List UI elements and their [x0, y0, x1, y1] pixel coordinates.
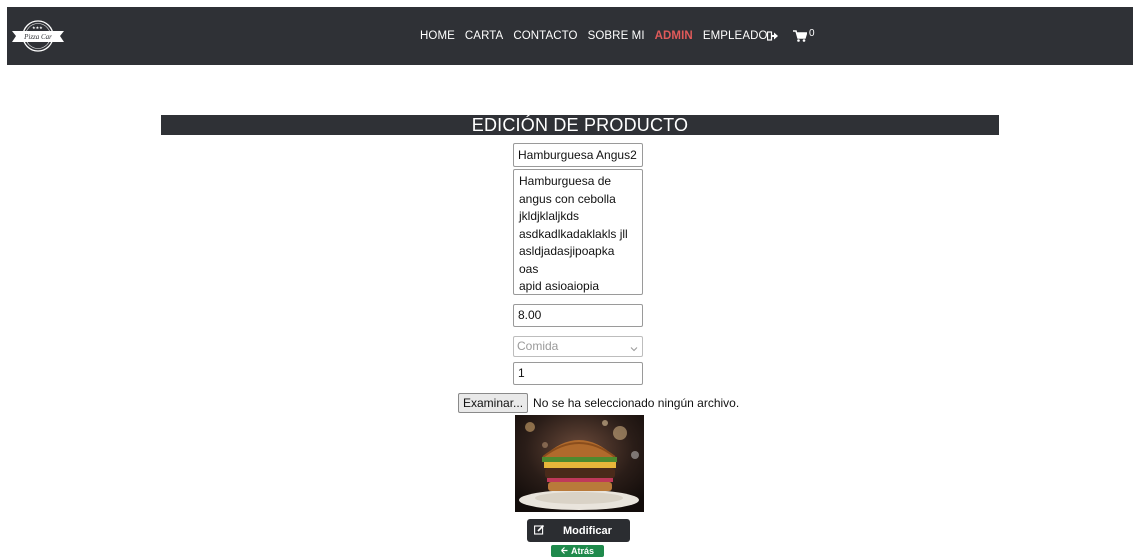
logo-text: Pizza Car — [23, 33, 52, 41]
product-description-textarea[interactable]: Hamburguesa de angus con cebolla jkldjkl… — [513, 169, 643, 295]
nav-link-empleado[interactable]: EMPLEADO — [703, 30, 768, 42]
category-select[interactable]: Comida — [513, 336, 643, 357]
logout-icon[interactable] — [767, 31, 779, 41]
cart-count-badge: 0 — [809, 27, 815, 39]
edit-icon — [534, 524, 545, 538]
nav-link-sobre-mi[interactable]: SOBRE MI — [588, 30, 645, 42]
arrow-left-icon — [561, 546, 568, 556]
nav-link-carta[interactable]: CARTA — [465, 30, 503, 42]
modify-button-label: Modificar — [563, 524, 612, 537]
product-quantity-input[interactable]: 1 — [513, 362, 643, 385]
product-name-input[interactable]: Hamburguesa Angus2 — [513, 143, 643, 167]
category-select-value: Comida — [517, 339, 559, 353]
nav-links: HOME CARTA CONTACTO SOBRE MI ADMIN EMPLE… — [420, 7, 778, 65]
navbar: ★★★ Pizza Car HOME CARTA CONTACTO SOBRE … — [7, 7, 1133, 65]
pizza-car-logo[interactable]: ★★★ Pizza Car — [10, 15, 66, 57]
nav-link-contacto[interactable]: CONTACTO — [513, 30, 577, 42]
back-button-label: Atrás — [570, 546, 594, 556]
cart-icon[interactable] — [793, 30, 807, 42]
file-upload-row: Examinar... No se ha seleccionado ningún… — [458, 393, 739, 413]
file-status-text: No se ha seleccionado ningún archivo. — [533, 396, 740, 410]
product-image-preview — [515, 415, 644, 512]
modify-button[interactable]: Modificar — [527, 519, 630, 542]
browse-file-button[interactable]: Examinar... — [458, 393, 529, 413]
chevron-down-icon — [630, 341, 638, 356]
nav-icons: 0 — [767, 7, 815, 65]
svg-text:★★★: ★★★ — [32, 25, 43, 30]
nav-link-home[interactable]: HOME — [420, 30, 455, 42]
page-title: EDICIÓN DE PRODUCTO — [161, 115, 999, 135]
back-button[interactable]: Atrás — [551, 545, 604, 557]
product-price-input[interactable]: 8.00 — [513, 304, 643, 327]
nav-link-admin[interactable]: ADMIN — [655, 30, 693, 42]
